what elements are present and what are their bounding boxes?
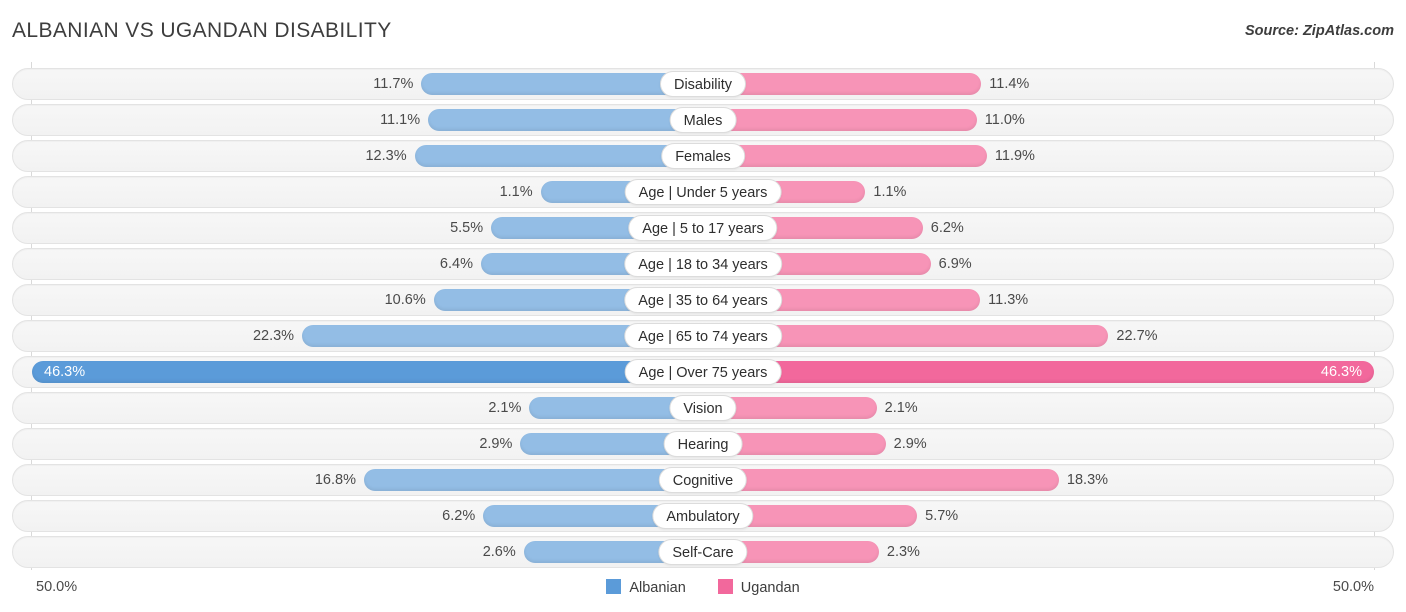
bar-value-albanian: 11.1%	[380, 112, 421, 128]
source-label: Source: ZipAtlas.com	[1244, 23, 1394, 39]
bar-albanian	[414, 145, 703, 167]
chart-header: ALBANIAN VS UGANDAN DISABILITY Source: Z…	[0, 0, 1406, 62]
category-label: Ambulatory	[652, 503, 754, 529]
category-label: Age | Under 5 years	[624, 179, 782, 205]
chart-footer: 50.0% 50.0% Albanian Ugandan	[0, 574, 1406, 612]
bar-value-ugandan: 2.1%	[884, 400, 918, 416]
bar-value-ugandan: 11.4%	[989, 76, 1030, 92]
bar-value-ugandan: 11.9%	[994, 148, 1035, 164]
bar-value-albanian: 2.6%	[482, 544, 516, 560]
bar-value-albanian: 1.1%	[499, 184, 533, 200]
legend-swatch-icon	[717, 579, 733, 594]
page-title: ALBANIAN VS UGANDAN DISABILITY	[12, 19, 392, 42]
table-row: 16.8% 18.3% Cognitive	[12, 464, 1394, 496]
table-row: 11.1% 11.0% Males	[12, 104, 1394, 136]
category-label: Age | 5 to 17 years	[628, 215, 778, 241]
bar-value-ugandan: 6.9%	[938, 256, 972, 272]
bar-value-albanian: 6.4%	[439, 256, 473, 272]
bar-value-ugandan: 46.3%	[1320, 364, 1362, 380]
category-label: Cognitive	[658, 467, 748, 493]
legend-label: Albanian	[629, 580, 686, 596]
bar-ugandan	[703, 109, 977, 131]
bar-albanian	[32, 361, 703, 383]
bar-value-ugandan: 22.7%	[1116, 328, 1158, 344]
category-label: Disability	[659, 71, 747, 97]
bar-value-ugandan: 11.3%	[988, 292, 1029, 308]
table-row: 5.5% 6.2% Age | 5 to 17 years	[12, 212, 1394, 244]
bar-value-ugandan: 6.2%	[930, 220, 964, 236]
legend-item: Albanian	[606, 578, 686, 598]
table-row: 12.3% 11.9% Females	[12, 140, 1394, 172]
category-label: Females	[661, 143, 745, 169]
table-row: 10.6% 11.3% Age | 35 to 64 years	[12, 284, 1394, 316]
category-label: Self-Care	[658, 539, 748, 565]
category-label: Age | 18 to 34 years	[624, 251, 782, 277]
table-row: 22.3% 22.7% Age | 65 to 74 years	[12, 320, 1394, 352]
bar-value-ugandan: 18.3%	[1066, 472, 1109, 488]
table-row: 2.1% 2.1% Vision	[12, 392, 1394, 424]
table-row: 46.3% 46.3% Age | Over 75 years	[12, 356, 1394, 388]
table-row: 6.2% 5.7% Ambulatory	[12, 500, 1394, 532]
bar-ugandan	[703, 469, 1059, 491]
category-label: Age | Over 75 years	[624, 359, 782, 385]
table-row: 2.6% 2.3% Self-Care	[12, 536, 1394, 568]
bar-ugandan	[703, 361, 1374, 383]
bar-value-ugandan: 1.1%	[873, 184, 907, 200]
bar-value-albanian: 2.9%	[479, 436, 513, 452]
category-label: Males	[669, 107, 737, 133]
chart-legend: Albanian Ugandan	[0, 578, 1406, 598]
bar-value-albanian: 12.3%	[365, 148, 407, 164]
category-label: Age | 65 to 74 years	[624, 323, 782, 349]
category-label: Hearing	[663, 431, 743, 457]
bar-value-albanian: 2.1%	[488, 400, 522, 416]
legend-swatch-icon	[606, 579, 622, 594]
bar-albanian	[363, 469, 703, 491]
table-row: 11.7% 11.4% Disability	[12, 68, 1394, 100]
bar-ugandan	[703, 145, 987, 167]
bar-value-albanian: 6.2%	[442, 508, 476, 524]
bar-value-albanian: 22.3%	[252, 328, 295, 344]
chart-plot-area: 11.7% 11.4% Disability 11.1% 11.0% Males 12.3%…	[0, 62, 1406, 574]
bar-albanian	[428, 109, 703, 131]
legend-item: Ugandan	[717, 578, 800, 598]
bar-value-ugandan: 5.7%	[925, 508, 959, 524]
bar-value-ugandan: 2.9%	[893, 436, 927, 452]
table-row: 1.1% 1.1% Age | Under 5 years	[12, 176, 1394, 208]
bar-value-ugandan: 11.0%	[984, 112, 1025, 128]
legend-label: Ugandan	[740, 580, 800, 596]
category-label: Vision	[669, 395, 737, 421]
bar-value-albanian: 10.6%	[384, 292, 426, 308]
table-row: 6.4% 6.9% Age | 18 to 34 years	[12, 248, 1394, 280]
bar-value-albanian: 11.7%	[373, 76, 414, 92]
bar-value-albanian: 16.8%	[314, 472, 356, 488]
category-label: Age | 35 to 64 years	[624, 287, 782, 313]
bar-value-ugandan: 2.3%	[886, 544, 920, 560]
bar-value-albanian: 5.5%	[450, 220, 484, 236]
bar-value-albanian: 46.3%	[44, 364, 86, 380]
table-row: 2.9% 2.9% Hearing	[12, 428, 1394, 460]
